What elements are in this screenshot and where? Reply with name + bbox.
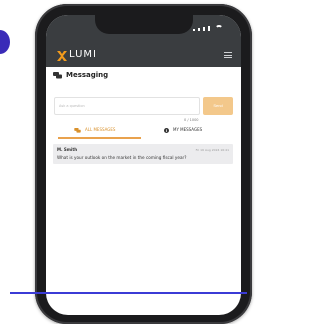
decorative-blue-circle	[0, 30, 10, 54]
question-placeholder: Ask a question	[59, 104, 85, 108]
tab-all-messages[interactable]: ALL MESSAGES	[74, 125, 115, 135]
chat-bubbles-icon	[53, 71, 62, 78]
brand-name: LUMI	[69, 49, 97, 60]
tab-label: ALL MESSAGES	[85, 127, 116, 132]
status-bar	[46, 15, 241, 44]
tab-label: MY MESSAGES	[173, 127, 203, 132]
hamburger-menu-icon[interactable]	[224, 52, 232, 58]
info-icon	[164, 127, 169, 133]
messaging-header: Messaging	[53, 71, 108, 79]
messaging-title: Messaging	[66, 71, 109, 79]
question-input[interactable]: Ask a question	[54, 97, 200, 115]
signal-bar	[203, 27, 205, 31]
send-button[interactable]: Send	[203, 97, 233, 115]
message-sender: M. Smith	[57, 147, 78, 152]
message-text: What is your outlook on the market in th…	[57, 155, 187, 160]
lumi-logo-icon	[57, 51, 67, 61]
status-icons	[193, 25, 223, 31]
active-tab-indicator	[58, 137, 141, 139]
message-card[interactable]: M. Smith Fri 16 Aug 2024 16:41 What is y…	[53, 144, 233, 164]
app-header: LUMI	[46, 44, 241, 67]
signal-bar	[193, 29, 195, 31]
phone-screen: LUMI Messaging Ask a question Send 0 / 1…	[46, 15, 241, 315]
phone-notch	[95, 15, 193, 34]
chat-icon	[74, 127, 81, 133]
wifi-icon	[215, 25, 223, 31]
character-count: 0 / 1000	[184, 118, 199, 122]
signal-bar	[198, 28, 200, 31]
tab-my-messages[interactable]: MY MESSAGES	[164, 125, 202, 135]
signal-bar	[208, 26, 210, 31]
bottom-divider-line	[10, 292, 247, 294]
message-timestamp: Fri 16 Aug 2024 16:41	[195, 147, 229, 152]
